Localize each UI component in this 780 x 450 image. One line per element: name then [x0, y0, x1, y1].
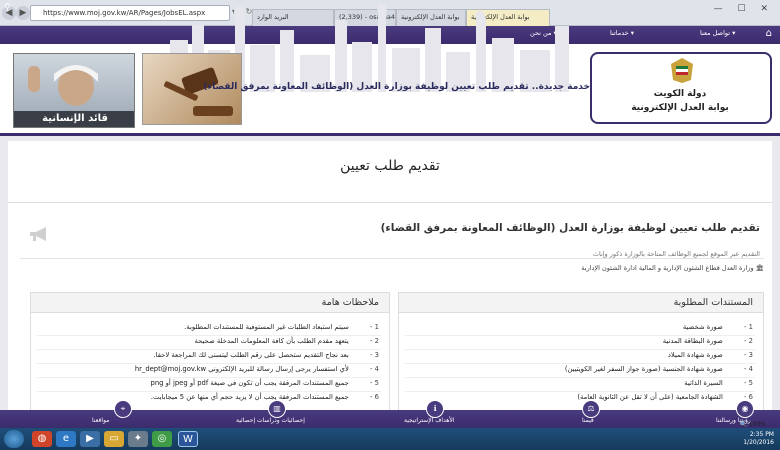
ministry-icon: 🏛 — [755, 264, 764, 272]
nav-item-services[interactable]: خدماتنا ▾ — [610, 29, 634, 37]
stats-chart-icon[interactable]: ▥ — [268, 400, 286, 418]
list-item: 2 - صورة البطاقة المدنية — [662, 337, 753, 345]
values-scale-icon[interactable]: ⚖ — [582, 400, 600, 418]
list-item: 4 - لأي استفسار يرجى إرسال رسالة للبريد … — [134, 365, 379, 373]
list-item: 1 - سيتم استبعاد الطلبات غير المستوفية ل… — [184, 323, 379, 331]
footer-link-locations[interactable]: مواقعنا — [92, 417, 109, 424]
goals-info-icon[interactable]: ℹ — [426, 400, 444, 418]
footer-link-goals[interactable]: الأهداف الإستراتيجية — [404, 417, 454, 424]
system-clock[interactable]: 2:35 PM 1/20/2016 — [743, 431, 774, 447]
required-documents-panel: المستندات المطلوبة 1 - صورة شخصية 2 - صو… — [398, 292, 764, 412]
divider — [20, 258, 764, 259]
kuwait-emblem-icon — [671, 58, 693, 83]
breadcrumb[interactable]: 🏛 وزارة العدل قطاع الشئون الإدارية و الم… — [20, 264, 764, 272]
forward-button[interactable]: ▶ — [16, 6, 30, 20]
app-icon[interactable]: ✦ — [128, 431, 148, 447]
breadcrumb-text[interactable]: وزارة العدل قطاع الشئون الإدارية و المال… — [581, 264, 753, 272]
chrome-icon[interactable]: ◎ — [152, 431, 172, 447]
zoom-level[interactable]: 🔍 100% — [739, 421, 766, 428]
notes-header: ملاحظات هامة — [31, 293, 389, 313]
amir-caption: قائد الإنسانية — [14, 111, 134, 127]
ie-icon[interactable]: e — [56, 431, 76, 447]
list-item: 5 - السيرة الذاتية — [684, 379, 753, 387]
footer-link-values[interactable]: قيمنا — [582, 417, 594, 424]
nav-item-contact[interactable]: تواصل معنا ▾ — [700, 29, 735, 37]
firefox-icon[interactable]: ◍ — [32, 431, 52, 447]
job-title: تقديم طلب تعيين لوظيفة بوزارة العدل (الو… — [380, 222, 760, 234]
home-icon[interactable]: ⌂ — [766, 28, 772, 39]
vision-eye-icon[interactable]: ◉ — [736, 400, 754, 418]
location-pin-icon[interactable]: ⌖ — [114, 400, 132, 418]
list-item: 6 - الشهادة الجامعية (على أن لا تقل عن ا… — [577, 393, 753, 401]
list-item: 6 - جميع المستندات المرفقة يجب أن لا يزي… — [150, 393, 379, 401]
list-item: 2 - يتعهد مقدم الطلب بأن كافة المعلومات … — [194, 337, 379, 345]
amir-photo: قائد الإنسانية — [13, 53, 135, 128]
list-item: 4 - صورة شهادة الجنسية (صورة جواز السفر … — [564, 365, 753, 373]
list-item: 5 - جميع المستندات المرفقة يجب أن تكون ف… — [150, 379, 379, 387]
banner-headline[interactable]: خدمة جديدة.. تقديم طلب تعيين لوظيفة بوزا… — [203, 82, 590, 92]
footer-link-stats[interactable]: إحصائيات ودراسات إحصائية — [236, 417, 305, 424]
media-icon[interactable]: ▶ — [80, 431, 100, 447]
list-item: 3 - بعد نجاح التقديم ستحصل على رقم الطلب… — [153, 351, 380, 359]
list-item: 1 - صورة شخصية — [682, 323, 753, 331]
start-button[interactable] — [4, 430, 24, 448]
documents-header: المستندات المطلوبة — [399, 293, 763, 313]
important-notes-panel: ملاحظات هامة 1 - سيتم استبعاد الطلبات غي… — [30, 292, 390, 412]
page-title: تقديم طلب تعيين — [340, 158, 440, 174]
brand-country: دولة الكويت — [653, 89, 707, 99]
divider — [8, 202, 772, 203]
job-subtitle: التقديم عبر الموقع لجميع الوظائف المتاحة… — [592, 250, 760, 258]
list-item: 3 - صورة شهادة الميلاد — [667, 351, 753, 359]
folder-icon[interactable]: ▭ — [104, 431, 124, 447]
megaphone-icon — [30, 227, 46, 241]
search-icon[interactable]: ⚲ — [4, 3, 11, 13]
window-controls[interactable]: — ☐ ✕ — [714, 4, 774, 14]
word-icon[interactable]: W — [178, 431, 198, 447]
brand-portal-name: بوابة العدل الإلكترونية — [631, 103, 729, 113]
